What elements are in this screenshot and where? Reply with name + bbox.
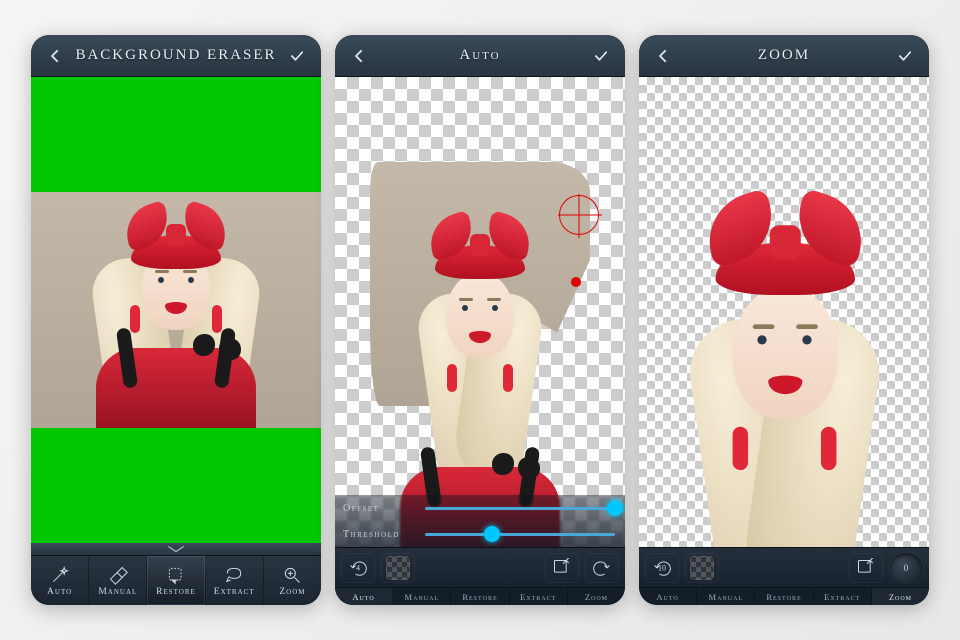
back-button[interactable] <box>649 42 677 70</box>
edit-button[interactable] <box>545 553 579 583</box>
zoom-icon <box>282 565 302 585</box>
topbar: Auto <box>335 35 625 77</box>
undo-button[interactable]: 4 <box>341 553 375 583</box>
confirm-button[interactable] <box>587 42 615 70</box>
bg-swatch-button[interactable] <box>685 553 719 583</box>
editor-canvas[interactable] <box>639 77 929 547</box>
target-reticle[interactable] <box>559 195 599 235</box>
knob-value: 0 <box>904 563 909 573</box>
phone-screen-3: ZOOM 10 0 Auto <box>639 35 929 605</box>
tool-label: Auto <box>47 587 72 597</box>
check-icon <box>288 47 306 65</box>
offset-slider[interactable]: Offset <box>335 495 625 521</box>
page-title: Auto <box>459 47 500 64</box>
threshold-label: Threshold <box>343 529 417 540</box>
editor-canvas[interactable] <box>31 77 321 543</box>
swatch-icon <box>690 556 714 580</box>
zoom-knob[interactable]: 0 <box>889 553 923 583</box>
tab-auto[interactable]: Auto <box>335 588 393 605</box>
tool-zoom[interactable]: Zoom <box>264 556 321 605</box>
mode-tabstrip: Auto Manual Restore Extract Zoom <box>335 587 625 605</box>
tab-restore[interactable]: Restore <box>755 588 813 605</box>
subject-illustration <box>639 164 929 547</box>
tab-manual[interactable]: Manual <box>393 588 451 605</box>
edit-icon <box>856 558 876 578</box>
restore-icon <box>166 565 186 585</box>
tool-extract[interactable]: Extract <box>206 556 264 605</box>
tab-zoom[interactable]: Zoom <box>568 588 625 605</box>
tool-label: Restore <box>156 587 196 597</box>
chevron-left-icon <box>654 47 672 65</box>
redo-button[interactable] <box>585 553 619 583</box>
editor-canvas[interactable]: Offset Threshold <box>335 77 625 547</box>
lasso-icon <box>224 565 244 585</box>
photo-region <box>639 77 929 547</box>
action-row: 10 0 <box>639 547 929 587</box>
slider-track[interactable] <box>425 533 615 536</box>
page-title: BACKGROUND ERASER <box>75 47 276 64</box>
mode-tabstrip: Auto Manual Restore Extract Zoom <box>639 587 929 605</box>
tool-auto[interactable]: Auto <box>31 556 89 605</box>
undo-button[interactable]: 10 <box>645 553 679 583</box>
phone-screen-1: BACKGROUND ERASER Auto Manual <box>31 35 321 605</box>
slider-thumb[interactable] <box>607 500 623 516</box>
check-icon <box>592 47 610 65</box>
offset-label: Offset <box>343 503 417 514</box>
tab-extract[interactable]: Extract <box>814 588 872 605</box>
undo-count: 10 <box>658 563 666 572</box>
undo-count: 4 <box>356 563 360 572</box>
eraser-icon <box>108 565 128 585</box>
topbar: ZOOM <box>639 35 929 77</box>
swatch-icon <box>386 556 410 580</box>
topbar: BACKGROUND ERASER <box>31 35 321 77</box>
photo-region <box>335 77 625 547</box>
chevron-down-icon <box>163 544 189 554</box>
photo-region <box>31 192 321 428</box>
tab-restore[interactable]: Restore <box>451 588 509 605</box>
back-button[interactable] <box>41 42 69 70</box>
tool-label: Manual <box>98 587 137 597</box>
tool-label: Extract <box>214 587 255 597</box>
green-bg-bottom <box>31 428 321 543</box>
phone-screen-2: Auto Offset Threshold <box>335 35 625 605</box>
threshold-slider[interactable]: Threshold <box>335 521 625 547</box>
tool-bar: Auto Manual Restore Extract Zoom <box>31 555 321 605</box>
tool-restore[interactable]: Restore <box>147 556 205 605</box>
subject-illustration <box>31 192 321 428</box>
tool-manual[interactable]: Manual <box>89 556 147 605</box>
slider-thumb[interactable] <box>484 526 500 542</box>
bg-swatch-button[interactable] <box>381 553 415 583</box>
tab-extract[interactable]: Extract <box>510 588 568 605</box>
confirm-button[interactable] <box>283 42 311 70</box>
confirm-button[interactable] <box>891 42 919 70</box>
edit-icon <box>552 558 572 578</box>
slider-panel: Offset Threshold <box>335 495 625 547</box>
tab-manual[interactable]: Manual <box>697 588 755 605</box>
action-row: 4 <box>335 547 625 587</box>
slider-track[interactable] <box>425 507 615 510</box>
back-button[interactable] <box>345 42 373 70</box>
tool-label: Zoom <box>279 587 305 597</box>
green-bg-top <box>31 77 321 192</box>
check-icon <box>896 47 914 65</box>
redo-icon <box>592 558 612 578</box>
edit-button[interactable] <box>849 553 883 583</box>
tab-auto[interactable]: Auto <box>639 588 697 605</box>
cursor-dot[interactable] <box>571 277 581 287</box>
tab-zoom[interactable]: Zoom <box>872 588 929 605</box>
page-title: ZOOM <box>758 47 810 64</box>
wand-icon <box>50 565 70 585</box>
chevron-left-icon <box>46 47 64 65</box>
panel-collapse-handle[interactable] <box>31 543 321 555</box>
chevron-left-icon <box>350 47 368 65</box>
